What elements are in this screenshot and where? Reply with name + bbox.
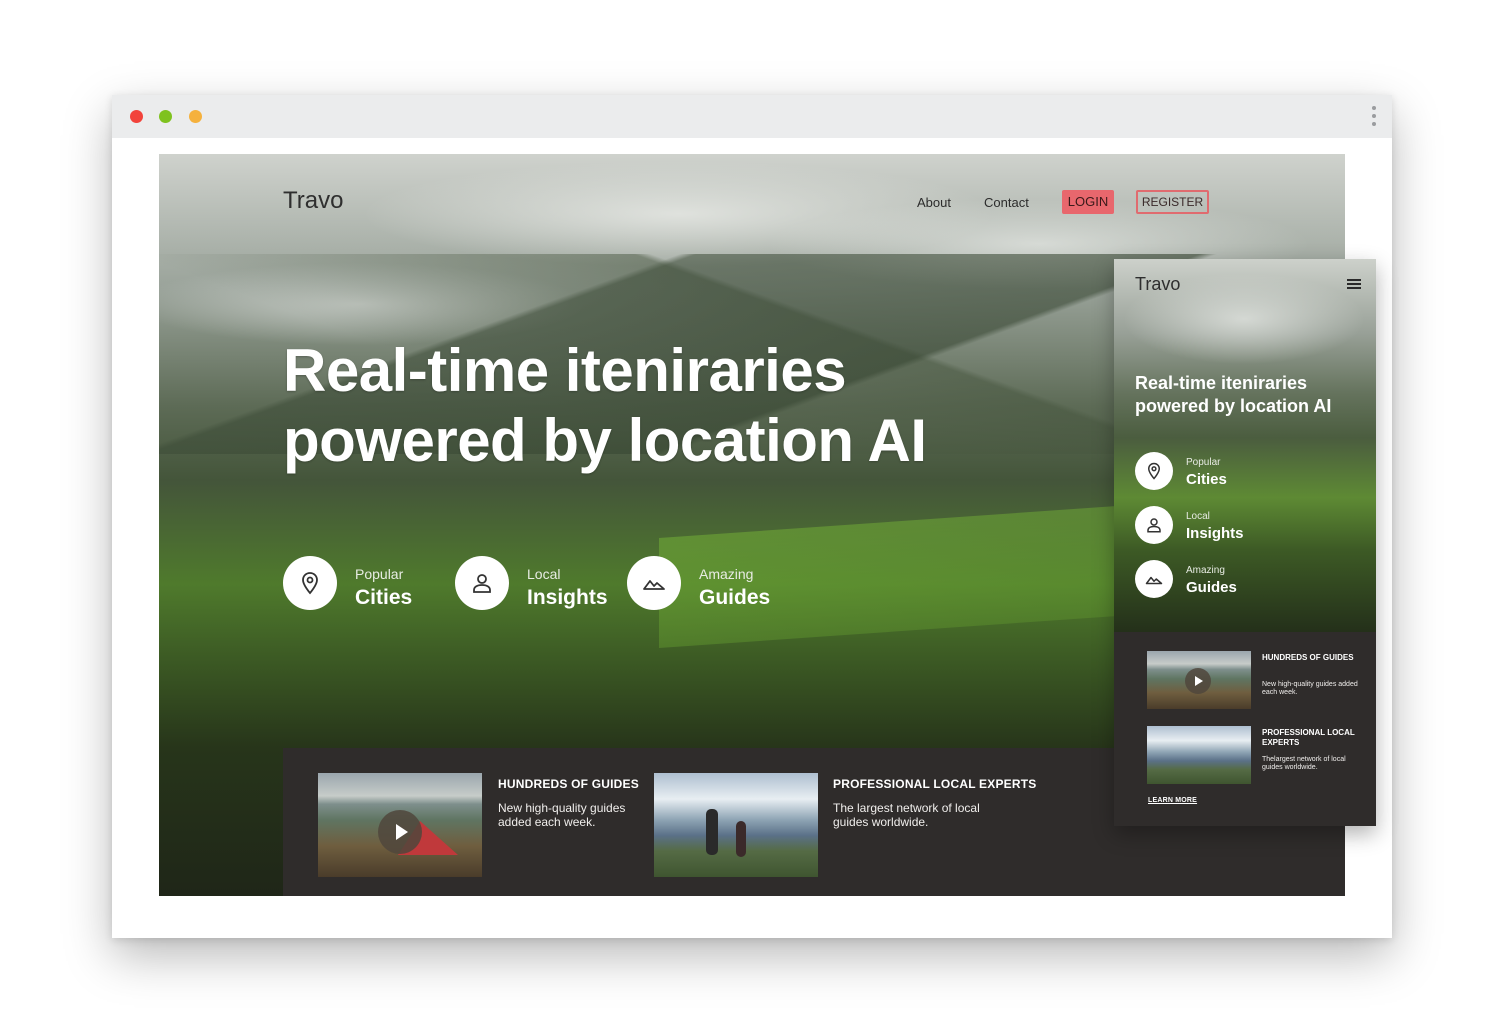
hero-headline-line1: Real-time iteniraries [283, 337, 847, 404]
feature-popular-cities[interactable]: Popular Cities [283, 556, 433, 612]
mountain-icon [1135, 560, 1173, 598]
feature-small-label: Popular [355, 566, 404, 582]
mobile-feature-local-insights[interactable]: Local Insights [1135, 506, 1265, 544]
mobile-beach-video-thumbnail[interactable] [1147, 651, 1251, 709]
location-pin-icon [1135, 452, 1173, 490]
feature-big-label: Insights [527, 586, 608, 609]
mobile-card-description: New high-quality guides added each week. [1262, 681, 1358, 696]
mobile-mockup: Travo Real-time iteniraries powered by l… [1114, 259, 1376, 826]
mobile-headline: Real-time iteniraries powered by locatio… [1135, 373, 1332, 416]
kebab-menu-icon[interactable] [1370, 105, 1378, 129]
nav-about-link[interactable]: About [917, 195, 951, 210]
beach-video-thumbnail[interactable] [318, 773, 482, 877]
minimize-window-button[interactable] [159, 110, 172, 123]
learn-more-link[interactable]: LEARN MORE [1148, 797, 1197, 804]
card-title: PROFESSIONAL LOCAL EXPERTS [833, 777, 1037, 791]
location-pin-icon [283, 556, 337, 610]
mobile-logo[interactable]: Travo [1135, 274, 1180, 295]
browser-titlebar [112, 95, 1392, 138]
hamburger-menu-icon[interactable] [1347, 279, 1361, 289]
mobile-card-description: Thelargest network of local guides world… [1262, 756, 1346, 771]
feature-small-label: Local [527, 566, 561, 582]
mountain-icon [627, 556, 681, 610]
mobile-card-title: HUNDREDS OF GUIDES [1262, 653, 1354, 662]
mobile-hikers-thumbnail[interactable] [1147, 726, 1251, 784]
close-window-button[interactable] [130, 110, 143, 123]
play-icon[interactable] [378, 810, 422, 854]
feature-big-label: Cities [355, 586, 413, 609]
card-title: HUNDREDS OF GUIDES [498, 777, 639, 791]
card-description: New high-quality guides added each week. [498, 801, 626, 829]
mobile-card-title: PROFESSIONAL LOCAL EXPERTS [1262, 728, 1355, 747]
mobile-feature-popular-cities[interactable]: Popular Cities [1135, 452, 1265, 490]
hiker-graphic [736, 821, 746, 857]
register-button[interactable]: REGISTER [1136, 190, 1209, 214]
mobile-feature-big-label: Guides [1186, 579, 1237, 596]
mobile-feature-small-label: Popular [1186, 457, 1221, 468]
hiker-graphic [706, 809, 718, 855]
play-icon[interactable] [1185, 668, 1211, 694]
mobile-feature-small-label: Amazing [1186, 565, 1225, 576]
login-button[interactable]: LOGIN [1062, 190, 1114, 214]
site-logo[interactable]: Travo [283, 187, 343, 215]
hikers-thumbnail[interactable] [654, 773, 818, 877]
hero-headline-line2: powered by location AI [283, 407, 927, 474]
hero-headline: Real-time iteniraries powered by locatio… [283, 336, 983, 476]
mobile-hero: Travo Real-time iteniraries powered by l… [1114, 259, 1376, 632]
feature-amazing-guides[interactable]: Amazing Guides [627, 556, 777, 612]
card-description: The largest network of local guides worl… [833, 801, 980, 829]
feature-big-label: Guides [699, 586, 771, 609]
person-icon [455, 556, 509, 610]
feature-local-insights[interactable]: Local Insights [455, 556, 608, 612]
nav-contact-link[interactable]: Contact [984, 195, 1029, 210]
mobile-feature-amazing-guides[interactable]: Amazing Guides [1135, 560, 1265, 598]
maximize-window-button[interactable] [189, 110, 202, 123]
mobile-feature-big-label: Cities [1186, 471, 1227, 488]
mobile-feature-big-label: Insights [1186, 525, 1244, 542]
mobile-feature-small-label: Local [1186, 511, 1210, 522]
person-icon [1135, 506, 1173, 544]
feature-small-label: Amazing [699, 566, 754, 582]
